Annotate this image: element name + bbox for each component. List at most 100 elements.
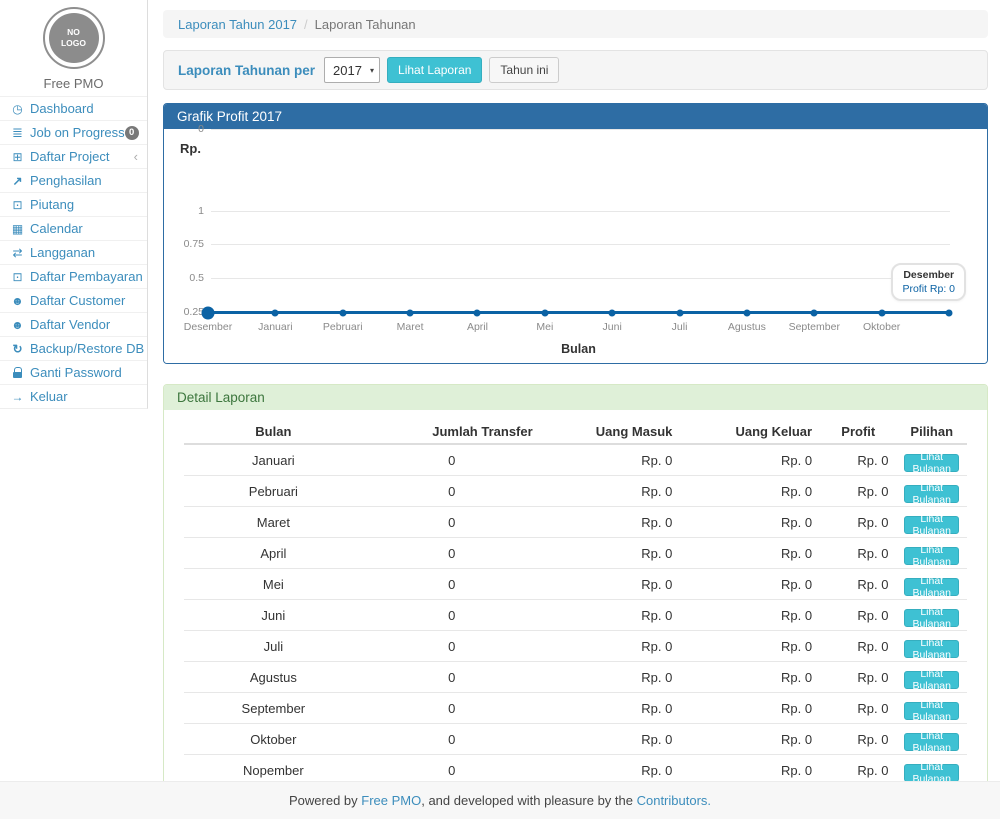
sidebar-item[interactable]: Calendar — [0, 216, 147, 240]
cell-uang-keluar: Rp. 0 — [680, 507, 820, 538]
year-select-value: 2017 — [333, 63, 362, 78]
sidebar-item[interactable]: Ganti Password — [0, 360, 147, 384]
data-point[interactable] — [743, 310, 750, 317]
cell-profit: Rp. 0 — [820, 600, 896, 631]
table-row: Juli 0 Rp. 0 Rp. 0 Rp. 0 Lihat Bulanan — [184, 631, 967, 662]
lihat-bulanan-button[interactable]: Lihat Bulanan — [904, 640, 959, 658]
cell-profit: Rp. 0 — [820, 476, 896, 507]
breadcrumb-current: Laporan Tahunan — [315, 17, 416, 32]
tasks-icon — [9, 125, 26, 141]
money-icon — [9, 270, 26, 284]
sidebar-item[interactable]: Piutang — [0, 192, 147, 216]
table-row: Januari 0 Rp. 0 Rp. 0 Rp. 0 Lihat Bulana… — [184, 444, 967, 476]
gridline — [211, 211, 950, 212]
data-point[interactable] — [202, 307, 215, 320]
cell-bulan: Oktober — [184, 724, 363, 755]
free-pmo-link[interactable]: Free PMO — [361, 793, 421, 808]
sidebar-item[interactable]: Daftar Customer — [0, 288, 147, 312]
tooltip-value: Profit Rp: 0 — [902, 283, 955, 295]
sidebar-item-label: Ganti Password — [30, 365, 122, 380]
cell-uang-keluar: Rp. 0 — [680, 693, 820, 724]
lihat-bulanan-button[interactable]: Lihat Bulanan — [904, 547, 959, 565]
profit-chart-panel: Grafik Profit 2017 Rp. 1 0.75 — [163, 103, 988, 364]
x-tick-label: Oktober — [863, 321, 900, 333]
breadcrumb-link[interactable]: Laporan Tahun 2017 — [178, 17, 297, 32]
cell-jumlah-transfer: 0 — [363, 631, 541, 662]
table-row: Mei 0 Rp. 0 Rp. 0 Rp. 0 Lihat Bulanan — [184, 569, 967, 600]
sidebar-item[interactable]: Penghasilan — [0, 168, 147, 192]
year-select[interactable]: 2017 ▾ — [324, 57, 380, 83]
sidebar-item-label: Daftar Customer — [30, 293, 125, 308]
sidebar-item[interactable]: Dashboard — [0, 96, 147, 120]
data-point[interactable] — [474, 310, 481, 317]
logo-box: NO LOGO Free PMO — [0, 0, 147, 96]
table-row: September 0 Rp. 0 Rp. 0 Rp. 0 Lihat Bula… — [184, 693, 967, 724]
lihat-bulanan-button[interactable]: Lihat Bulanan — [904, 702, 959, 720]
y-tick-label: 0.25 — [164, 306, 204, 318]
lihat-bulanan-button[interactable]: Lihat Bulanan — [904, 578, 959, 596]
data-point[interactable] — [272, 310, 279, 317]
data-point[interactable] — [878, 310, 885, 317]
cell-bulan: Juni — [184, 600, 363, 631]
contributors-link[interactable]: Contributors. — [637, 793, 711, 808]
sidebar-item-label: Calendar — [30, 221, 83, 236]
column-header: Jumlah Transfer — [363, 420, 541, 444]
sidebar-item[interactable]: Backup/Restore DB — [0, 336, 147, 360]
cell-profit: Rp. 0 — [820, 569, 896, 600]
lihat-bulanan-button[interactable]: Lihat Bulanan — [904, 454, 959, 472]
cell-jumlah-transfer: 0 — [363, 693, 541, 724]
tahun-ini-button[interactable]: Tahun ini — [489, 57, 559, 83]
cell-uang-keluar: Rp. 0 — [680, 569, 820, 600]
cell-bulan: September — [184, 693, 363, 724]
cell-uang-masuk: Rp. 0 — [541, 600, 681, 631]
cell-uang-keluar: Rp. 0 — [680, 662, 820, 693]
refresh-icon — [9, 342, 26, 356]
lihat-bulanan-button[interactable]: Lihat Bulanan — [904, 733, 959, 751]
lihat-bulanan-button[interactable]: Lihat Bulanan — [904, 609, 959, 627]
sidebar-item-label: Daftar Vendor — [30, 317, 110, 332]
sidebar-item[interactable]: Daftar Vendor — [0, 312, 147, 336]
data-point[interactable] — [609, 310, 616, 317]
cell-bulan: Pebruari — [184, 476, 363, 507]
y-tick-label: 0.75 — [164, 238, 204, 250]
cell-bulan: Juli — [184, 631, 363, 662]
sidebar-item[interactable]: Daftar Pembayaran — [0, 264, 147, 288]
report-table: Bulan Jumlah Transfer Uang Masuk Uang Ke… — [184, 420, 967, 819]
gridline — [211, 129, 950, 130]
column-header: Bulan — [184, 420, 363, 444]
table-row: Maret 0 Rp. 0 Rp. 0 Rp. 0 Lihat Bulanan — [184, 507, 967, 538]
x-tick-label: Pebruari — [323, 321, 363, 333]
no-logo-disc: NO LOGO — [49, 13, 99, 63]
line-chart-icon — [9, 174, 26, 188]
cell-profit: Rp. 0 — [820, 662, 896, 693]
y-tick-label: 1 — [164, 205, 204, 217]
cell-jumlah-transfer: 0 — [363, 724, 541, 755]
cell-uang-masuk: Rp. 0 — [541, 538, 681, 569]
data-point[interactable] — [339, 310, 346, 317]
sidebar-item[interactable]: Job on Progress 0 — [0, 120, 147, 144]
lihat-bulanan-button[interactable]: Lihat Bulanan — [904, 671, 959, 689]
sidebar-item[interactable]: Keluar — [0, 384, 147, 408]
profit-line-chart: Rp. 1 0.75 0 — [164, 129, 987, 363]
column-header: Uang Masuk — [541, 420, 681, 444]
data-point[interactable] — [676, 310, 683, 317]
cell-uang-keluar: Rp. 0 — [680, 538, 820, 569]
lihat-bulanan-button[interactable]: Lihat Bulanan — [904, 764, 959, 782]
lihat-bulanan-button[interactable]: Lihat Bulanan — [904, 485, 959, 503]
sidebar-item-label: Penghasilan — [30, 173, 102, 188]
lihat-bulanan-button[interactable]: Lihat Bulanan — [904, 516, 959, 534]
lihat-laporan-button[interactable]: Lihat Laporan — [387, 57, 482, 83]
cell-profit: Rp. 0 — [820, 538, 896, 569]
data-point[interactable] — [811, 310, 818, 317]
table-row: April 0 Rp. 0 Rp. 0 Rp. 0 Lihat Bulanan — [184, 538, 967, 569]
sidebar-item[interactable]: Daftar Project ‹ — [0, 144, 147, 168]
users-icon — [9, 294, 26, 308]
sidebar-item[interactable]: Langganan — [0, 240, 147, 264]
x-tick-label: April — [467, 321, 488, 333]
data-point[interactable] — [407, 310, 414, 317]
data-point[interactable] — [541, 310, 548, 317]
table-row: Oktober 0 Rp. 0 Rp. 0 Rp. 0 Lihat Bulana… — [184, 724, 967, 755]
cell-jumlah-transfer: 0 — [363, 600, 541, 631]
money-icon — [9, 198, 26, 212]
data-point[interactable] — [946, 310, 953, 317]
